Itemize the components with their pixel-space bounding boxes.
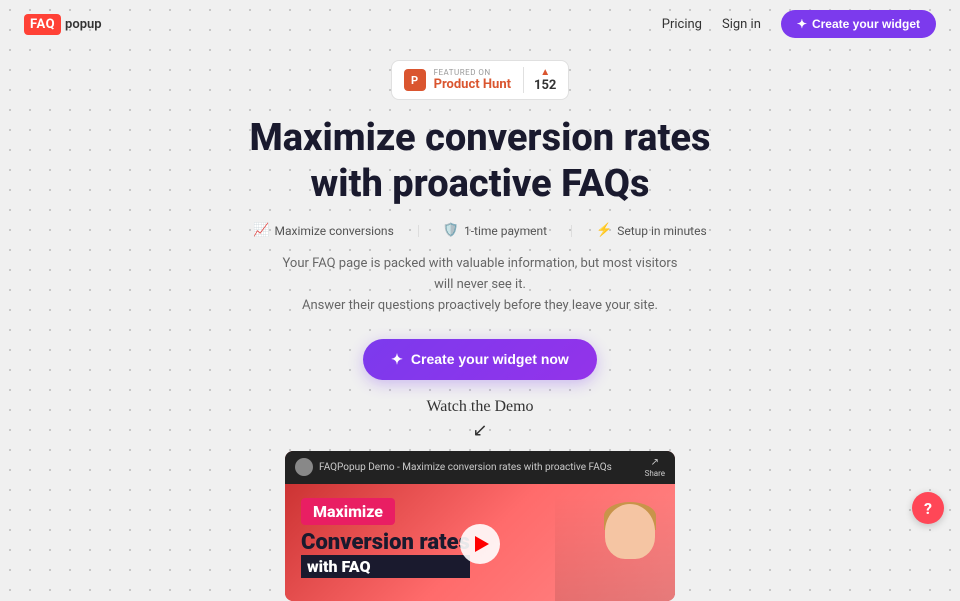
video-container[interactable]: FAQPopup Demo - Maximize conversion rate…	[285, 451, 675, 601]
ph-text-group: FEATURED ON Product Hunt	[434, 68, 511, 92]
feature-setup: ⚡ Setup in minutes	[596, 223, 707, 238]
logo-popup: popup	[65, 17, 102, 32]
video-title: FAQPopup Demo - Maximize conversion rate…	[319, 462, 612, 473]
feature-payment: 🛡️ 1-time payment	[443, 223, 547, 238]
create-widget-button[interactable]: ✦ Create your widget	[781, 10, 936, 38]
ph-featured-label: FEATURED ON	[434, 68, 511, 77]
hero-section: Maximize conversion rates with proactive…	[0, 116, 960, 380]
video-avatar	[295, 458, 313, 476]
demo-arrow-icon: ↙	[0, 420, 960, 441]
hero-desc-line2: Answer their questions proactively befor…	[302, 298, 658, 313]
hero-desc-line1: Your FAQ page is packed with valuable in…	[283, 256, 678, 292]
logo[interactable]: FAQ popup	[24, 14, 102, 35]
conversions-icon: 📈	[253, 223, 269, 238]
features-row: 📈 Maximize conversions 🛡️ 1-time payment…	[40, 223, 920, 238]
video-overlay: Maximize Conversion rates with FAQ	[301, 498, 470, 578]
product-hunt-badge[interactable]: P FEATURED ON Product Hunt ▲ 152	[391, 60, 570, 100]
faq-text: with FAQ	[301, 555, 470, 578]
create-btn-icon: ✦	[797, 17, 807, 31]
video-header-left: FAQPopup Demo - Maximize conversion rate…	[295, 458, 612, 476]
cta-label: Create your widget now	[411, 351, 569, 367]
share-icon: ↗	[651, 457, 659, 468]
ph-logo: P	[404, 69, 426, 91]
feature-payment-label: 1-time payment	[464, 224, 547, 238]
watch-demo-section: Watch the Demo ↙	[0, 396, 960, 441]
person-head	[605, 504, 655, 559]
divider-2	[571, 225, 572, 237]
feature-setup-label: Setup in minutes	[617, 224, 706, 238]
ph-arrow-icon: ▲	[540, 67, 550, 78]
hero-title-line2: with proactive FAQs	[310, 162, 649, 206]
hero-title: Maximize conversion rates with proactive…	[40, 116, 920, 207]
hero-title-line1: Maximize conversion rates	[249, 116, 710, 160]
share-label: Share	[645, 469, 665, 478]
payment-icon: 🛡️	[443, 223, 459, 238]
play-button[interactable]	[460, 524, 500, 564]
cta-icon: ✦	[391, 351, 403, 368]
video-body: Maximize Conversion rates with FAQ	[285, 484, 675, 601]
help-button[interactable]: ?	[912, 492, 944, 524]
play-icon	[475, 536, 489, 552]
video-share[interactable]: ↗ Share	[645, 457, 665, 478]
video-person	[555, 494, 675, 601]
divider-1	[418, 225, 419, 237]
ph-count: ▲ 152	[523, 67, 556, 93]
cta-button[interactable]: ✦ Create your widget now	[363, 339, 597, 380]
feature-conversions-label: Maximize conversions	[275, 224, 394, 238]
logo-faq: FAQ	[24, 14, 61, 35]
video-header: FAQPopup Demo - Maximize conversion rate…	[285, 451, 675, 484]
help-icon: ?	[924, 499, 932, 518]
watch-demo-label: Watch the Demo	[426, 398, 533, 415]
maximize-tag: Maximize	[301, 498, 395, 525]
conversion-text: Conversion rates	[301, 531, 470, 555]
navbar: FAQ popup Pricing Sign in ✦ Create your …	[0, 0, 960, 48]
ph-name: Product Hunt	[434, 77, 511, 92]
ph-number: 152	[534, 78, 556, 93]
create-btn-label: Create your widget	[812, 17, 920, 31]
pricing-link[interactable]: Pricing	[662, 17, 702, 32]
hero-description: Your FAQ page is packed with valuable in…	[280, 254, 680, 316]
setup-icon: ⚡	[596, 223, 612, 238]
nav-links: Pricing Sign in ✦ Create your widget	[662, 10, 936, 38]
feature-conversions: 📈 Maximize conversions	[253, 223, 393, 238]
signin-link[interactable]: Sign in	[722, 17, 761, 32]
